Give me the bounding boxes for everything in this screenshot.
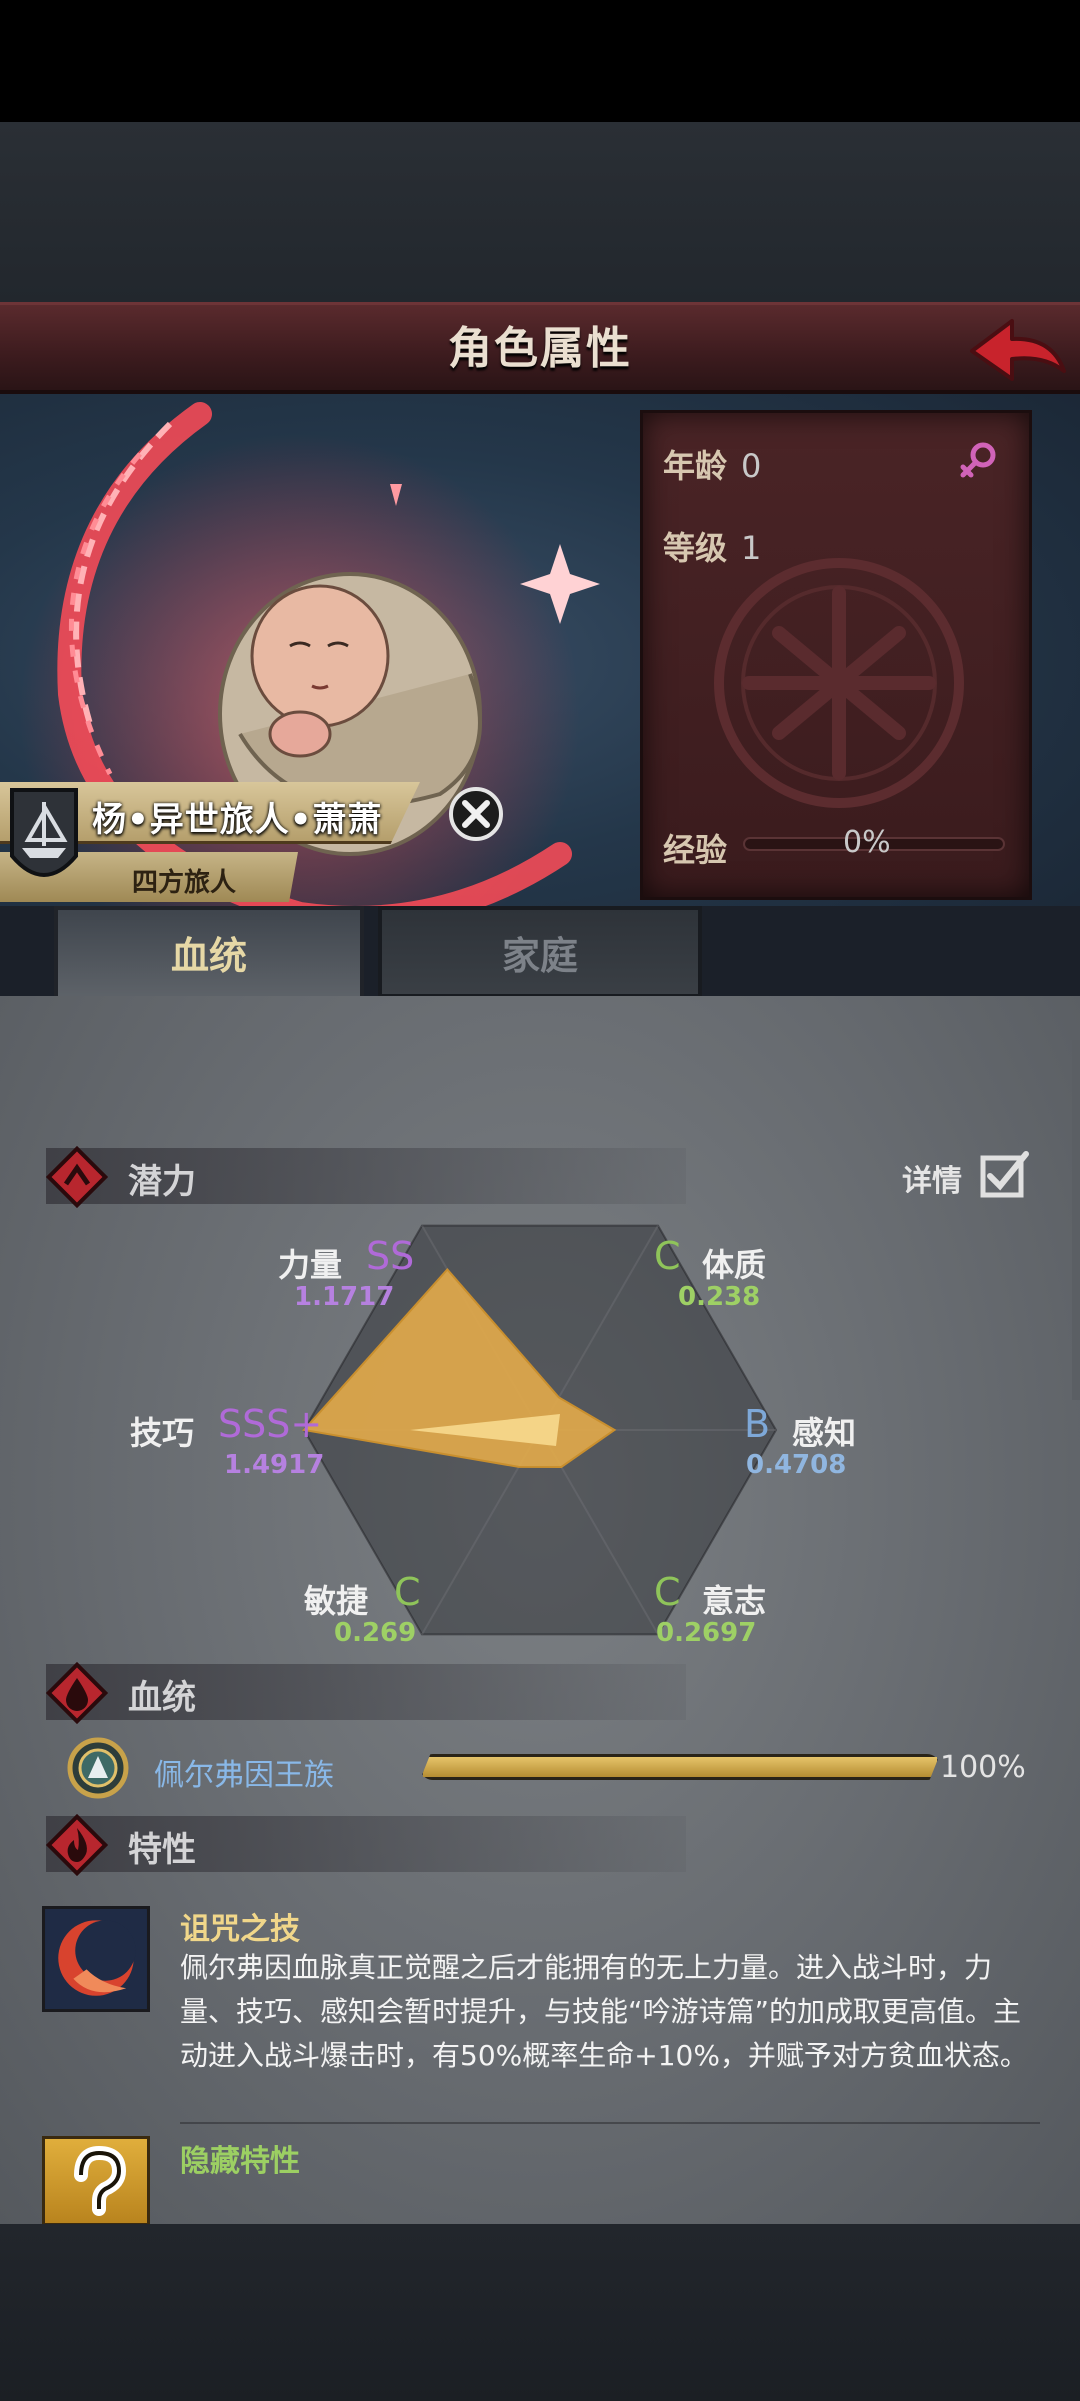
close-icon[interactable]: [448, 786, 504, 842]
stat-grade-will: C: [654, 1570, 681, 1614]
stat-grade-strength: SS: [366, 1234, 415, 1278]
trait-description: 佩尔弗因血脉真正觉醒之后才能拥有的无上力量。进入战斗时，力量、技巧、感知会暂时提…: [180, 1951, 1028, 2072]
flame-icon: [46, 1814, 108, 1876]
bottom-bar: [0, 2224, 1080, 2401]
stat-value-technique: 1.4917: [224, 1450, 325, 1480]
potential-title: 潜力: [128, 1162, 196, 1202]
ship-crest-icon: [10, 788, 78, 877]
top-background: [0, 122, 1080, 302]
bloodline-section-header: 血统: [46, 1662, 686, 1724]
bloodline-bar: [420, 1754, 940, 1780]
bloodline-bar-fill: [423, 1757, 937, 1777]
bloodline-name: 佩尔弗因王族: [154, 1758, 334, 1793]
stat-grade-perception: B: [744, 1402, 771, 1446]
crescent-flame-icon[interactable]: [42, 1906, 150, 2012]
question-mark-icon[interactable]: [42, 2136, 150, 2226]
stat-grade-agility: C: [394, 1570, 421, 1614]
stat-name-constitution: 体质: [702, 1246, 767, 1284]
tab-bloodline[interactable]: 血统: [54, 906, 364, 998]
stat-grade-technique: SSS+: [218, 1402, 323, 1446]
back-arrow-icon[interactable]: [960, 311, 1070, 391]
scrollbar[interactable]: [1072, 1040, 1080, 1400]
stat-name-technique: 技巧: [130, 1414, 195, 1452]
stat-name-agility: 敏捷: [304, 1582, 369, 1620]
exp-value: 0%: [843, 825, 891, 860]
potential-icon: [46, 1146, 108, 1208]
laurel-emblem-icon: [67, 1737, 129, 1799]
detail-label: 详情: [902, 1164, 962, 1199]
status-bar: [0, 0, 1080, 122]
trait-name: 诅咒之技: [180, 1912, 300, 1947]
character-name: 杨•异世旅人•萧萧: [92, 800, 383, 840]
header-bar: 角色属性: [0, 302, 1080, 394]
tab-bar: 血统 家庭: [0, 906, 1080, 1002]
info-panel: 年龄 0 等级 1 经验 0%: [640, 410, 1032, 900]
stat-name-strength: 力量: [278, 1246, 343, 1284]
age-value: 0: [741, 447, 762, 485]
divider: [180, 2122, 1040, 2124]
stat-value-constitution: 0.238: [678, 1282, 761, 1312]
stat-value-perception: 0.4708: [746, 1450, 847, 1480]
blood-drop-icon: [46, 1662, 108, 1724]
bloodline-title: 血统: [128, 1678, 196, 1718]
traits-title: 特性: [128, 1830, 196, 1870]
potential-section-header: 潜力: [46, 1146, 686, 1208]
traits-section-header: 特性: [46, 1814, 686, 1876]
bloodline-percent: 100%: [940, 1750, 1026, 1785]
age-label: 年龄: [663, 447, 728, 485]
stat-value-strength: 1.1717: [294, 1282, 395, 1312]
knot-emblem-icon: [714, 558, 964, 808]
hidden-trait-title: 隐藏特性: [180, 2144, 300, 2179]
age-row: 年龄 0: [663, 441, 761, 487]
page-title: 角色属性: [448, 323, 632, 374]
stat-name-perception: 感知: [792, 1414, 857, 1452]
stat-grade-constitution: C: [654, 1234, 681, 1278]
detail-checkbox[interactable]: [980, 1150, 1030, 1198]
exp-label: 经验: [663, 831, 728, 869]
tab-family[interactable]: 家庭: [378, 906, 702, 998]
stat-value-agility: 0.269: [334, 1618, 417, 1648]
stat-value-will: 0.2697: [656, 1618, 757, 1648]
stat-name-will: 意志: [702, 1582, 767, 1620]
female-icon: [960, 442, 996, 478]
character-title: 四方旅人: [132, 868, 237, 898]
